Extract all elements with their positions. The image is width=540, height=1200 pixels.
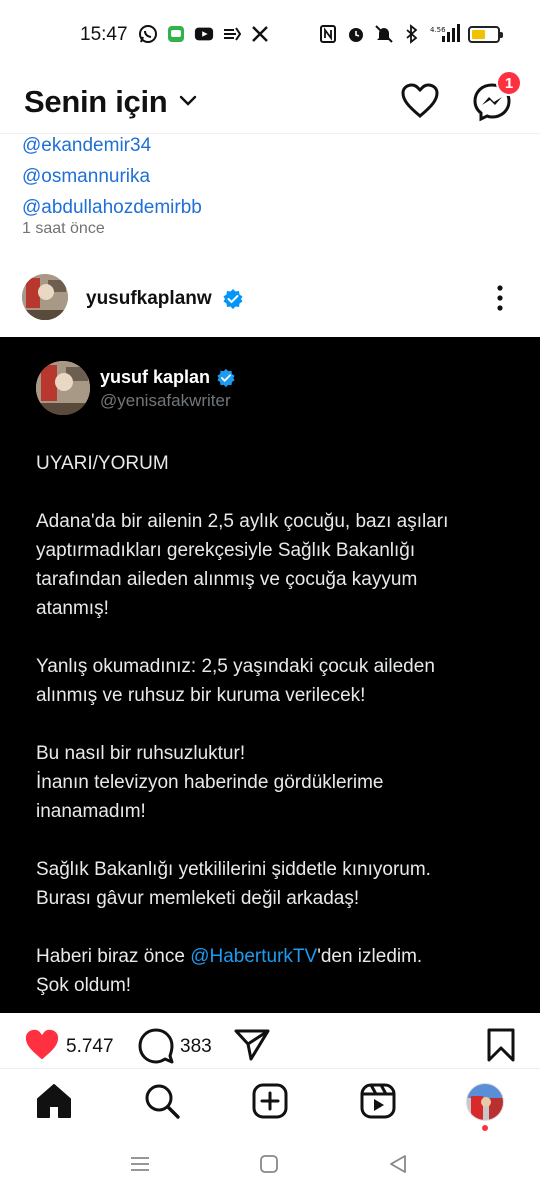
tweet-line: Adana'da bir ailenin 2,5 aylık çocuğu, b… xyxy=(36,511,449,532)
system-navigation-bar xyxy=(0,1134,540,1200)
avatar[interactable] xyxy=(22,274,68,320)
tweet-line: UYARI/YORUM xyxy=(36,453,169,474)
more-options-icon[interactable] xyxy=(496,284,504,317)
system-icons: 4.56 xyxy=(318,24,503,44)
nfc-icon xyxy=(318,24,338,44)
recents-icon[interactable] xyxy=(130,1154,150,1179)
create-post-icon[interactable] xyxy=(252,1083,288,1124)
tweet-text: 'den izledim. xyxy=(317,946,423,967)
tweet-display-name: yusuf kaplan xyxy=(100,367,211,387)
back-icon[interactable] xyxy=(388,1154,408,1179)
share-send-icon[interactable] xyxy=(234,1028,270,1067)
like-count[interactable]: 5.747 xyxy=(66,1036,114,1058)
youtube-icon xyxy=(194,24,214,44)
mute-icon xyxy=(374,24,394,44)
search-icon[interactable] xyxy=(144,1083,180,1124)
tweet-line: Sağlık Bakanlığı yetkililerini şiddetle … xyxy=(36,859,431,880)
tweet-line: Burası gâvur memleketi değil arkadaş! xyxy=(36,888,360,909)
previous-post-mentions: @ekandemir34 @osmannurika @abdullahozdem… xyxy=(22,130,522,223)
verified-badge-icon xyxy=(222,288,244,315)
whatsapp-icon xyxy=(138,24,158,44)
profile-avatar[interactable] xyxy=(466,1083,504,1121)
post-image[interactable]: yusuf kaplan @yenisafakwriter UYARI/YORU… xyxy=(0,337,540,1013)
tweet-line: İnanın televizyon haberinde gördüklerime xyxy=(36,772,384,793)
notifications-heart-icon[interactable] xyxy=(400,82,440,125)
tweet-line: Haberi biraz önce @HaberturkTV'den izled… xyxy=(36,942,516,971)
tweet-line: Yanlış okumadınız: 2,5 yaşındaki çocuk a… xyxy=(36,656,435,677)
notification-icons xyxy=(138,24,270,44)
home-icon[interactable] xyxy=(36,1083,72,1124)
chevron-down-icon[interactable] xyxy=(178,94,198,113)
post-timestamp: 1 saat önce xyxy=(22,220,105,237)
tweet-verified-icon xyxy=(216,368,236,393)
battery-level xyxy=(472,29,486,39)
save-bookmark-icon[interactable] xyxy=(486,1028,516,1067)
profile-notification-dot xyxy=(482,1125,488,1131)
reels-icon[interactable] xyxy=(360,1083,396,1124)
tv-icon xyxy=(222,24,242,44)
tweet-avatar xyxy=(36,361,90,415)
post-header: yusufkaplanw xyxy=(0,264,540,334)
bluetooth-icon xyxy=(402,24,422,44)
tweet-handle: @yenisafakwriter xyxy=(100,391,231,410)
tweet-line: inanamadım! xyxy=(36,801,146,822)
status-bar: 15:47 4.56 xyxy=(0,0,540,70)
mention-link[interactable]: @osmannurika xyxy=(22,161,522,192)
network-speed: 4.56 xyxy=(430,26,446,34)
tweet-line: alınmış ve ruhsuz bir kuruma verilecek! xyxy=(36,685,366,706)
feed-selector-title[interactable]: Senin için xyxy=(24,84,168,120)
like-heart-icon[interactable] xyxy=(24,1028,60,1067)
system-home-icon[interactable] xyxy=(259,1154,279,1179)
tweet-paragraph: Adana'da bir ailenin 2,5 aylık çocuğu, b… xyxy=(36,507,516,623)
messages-badge: 1 xyxy=(496,70,522,96)
post-username[interactable]: yusufkaplanw xyxy=(86,288,212,310)
tweet-mention-link: @HaberturkTV xyxy=(190,946,318,967)
tweet-line: yaptırmadıkları gerekçesiyle Sağlık Baka… xyxy=(36,540,416,561)
battery-icon xyxy=(468,25,503,43)
tweet-line: atanmış! xyxy=(36,598,109,619)
signal-icon: 4.56 xyxy=(430,24,460,44)
app-header: Senin için 1 xyxy=(0,70,540,134)
tweet-paragraph: Yanlış okumadınız: 2,5 yaşındaki çocuk a… xyxy=(36,652,516,710)
tweet-paragraph: Sağlık Bakanlığı yetkililerini şiddetle … xyxy=(36,855,516,913)
status-time: 15:47 xyxy=(80,24,128,45)
mention-link[interactable]: @ekandemir34 xyxy=(22,130,522,161)
tweet-body: UYARI/YORUM Adana'da bir ailenin 2,5 ayl… xyxy=(36,449,516,1013)
tweet-paragraph: Haberi biraz önce @HaberturkTV'den izled… xyxy=(36,942,516,1000)
messages-icon xyxy=(166,24,186,44)
x-icon xyxy=(250,24,270,44)
tweet-paragraph: UYARI/YORUM xyxy=(36,449,516,478)
tweet-line: Bu nasıl bir ruhsuzluktur! xyxy=(36,743,246,764)
alarm-icon xyxy=(346,24,366,44)
mention-link[interactable]: @abdullahozdemirbb xyxy=(22,192,522,223)
comment-count[interactable]: 383 xyxy=(180,1036,212,1058)
tweet-paragraph: Bu nasıl bir ruhsuzluktur! İnanın televi… xyxy=(36,739,516,826)
tweet-line: tarafından aileden alınmış ve çocuğa kay… xyxy=(36,569,418,590)
bottom-navigation xyxy=(0,1068,540,1134)
comment-icon[interactable] xyxy=(138,1028,174,1069)
tweet-text: Haberi biraz önce xyxy=(36,946,191,967)
tweet-line: Şok oldum! xyxy=(36,975,132,996)
